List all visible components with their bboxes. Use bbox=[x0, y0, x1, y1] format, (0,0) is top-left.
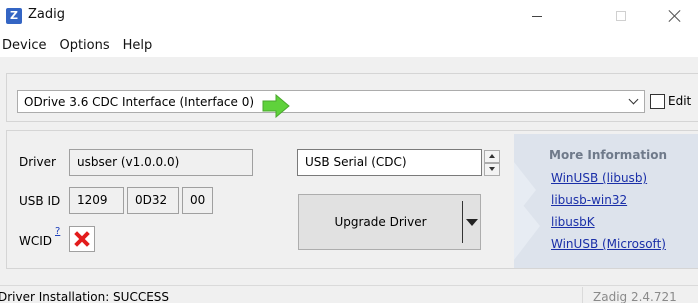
driver-label: Driver bbox=[19, 155, 56, 169]
usb-pid-field: 0D32 bbox=[127, 187, 179, 214]
link-winusb-microsoft[interactable]: WinUSB (Microsoft) bbox=[551, 237, 666, 251]
wcid-label: WCID bbox=[19, 234, 53, 248]
more-info-panel: More Information WinUSB (libusb) libusb-… bbox=[514, 134, 698, 268]
menu-options[interactable]: Options bbox=[54, 38, 114, 53]
upgrade-driver-label: Upgrade Driver bbox=[334, 215, 427, 229]
current-driver-field: usbser (v1.0.0.0) bbox=[69, 149, 253, 176]
more-info-title: More Information bbox=[549, 148, 668, 162]
edit-checkbox[interactable] bbox=[650, 94, 665, 109]
red-x-icon bbox=[69, 226, 95, 252]
menu-help[interactable]: Help bbox=[118, 38, 158, 53]
minimize-icon bbox=[532, 15, 542, 17]
usb-vid-field: 1209 bbox=[69, 187, 124, 214]
menu-device[interactable]: Device bbox=[0, 38, 51, 53]
version-label: Zadig 2.4.721 bbox=[593, 290, 677, 303]
link-libusb-win32[interactable]: libusb-win32 bbox=[551, 193, 627, 207]
status-bar: Driver Installation: SUCCESS Zadig 2.4.7… bbox=[0, 285, 698, 303]
device-dropdown[interactable]: ODrive 3.6 CDC Interface (Interface 0) bbox=[17, 90, 645, 113]
usb-mi-field: 00 bbox=[182, 187, 213, 214]
link-winusb-libusb[interactable]: WinUSB (libusb) bbox=[551, 171, 647, 185]
green-arrow-icon bbox=[262, 94, 290, 118]
window-title: Zadig bbox=[28, 7, 65, 22]
minimize-button[interactable] bbox=[514, 0, 560, 32]
status-message: Driver Installation: SUCCESS bbox=[0, 290, 170, 303]
link-libusbk[interactable]: libusbK bbox=[551, 215, 595, 229]
target-driver-value: USB Serial (CDC) bbox=[305, 155, 407, 169]
target-driver-spin-up[interactable] bbox=[484, 150, 500, 163]
title-bar: Z Zadig bbox=[0, 0, 698, 32]
device-dropdown-value: ODrive 3.6 CDC Interface (Interface 0) bbox=[24, 95, 255, 109]
zadig-app-icon: Z bbox=[6, 8, 22, 24]
caret-down-icon[interactable] bbox=[466, 219, 478, 226]
device-group: ODrive 3.6 CDC Interface (Interface 0) E… bbox=[6, 73, 698, 122]
spin-up-icon bbox=[489, 154, 495, 158]
split-separator bbox=[462, 201, 463, 243]
close-icon bbox=[668, 9, 682, 23]
close-button[interactable] bbox=[652, 0, 698, 32]
spin-down-icon bbox=[489, 167, 495, 171]
target-driver-select[interactable]: USB Serial (CDC) bbox=[297, 149, 482, 176]
usb-id-label: USB ID bbox=[19, 194, 61, 208]
chevron-down-icon bbox=[628, 95, 638, 105]
maximize-icon bbox=[616, 11, 626, 21]
status-separator bbox=[582, 287, 583, 303]
maximize-button[interactable] bbox=[598, 0, 644, 32]
target-driver-spin-down[interactable] bbox=[484, 163, 500, 176]
menu-bar: Device Options Help bbox=[0, 33, 160, 57]
upgrade-driver-button[interactable]: Upgrade Driver bbox=[298, 194, 481, 250]
wcid-help-link[interactable]: ? bbox=[55, 226, 60, 237]
edit-label: Edit bbox=[668, 94, 692, 108]
